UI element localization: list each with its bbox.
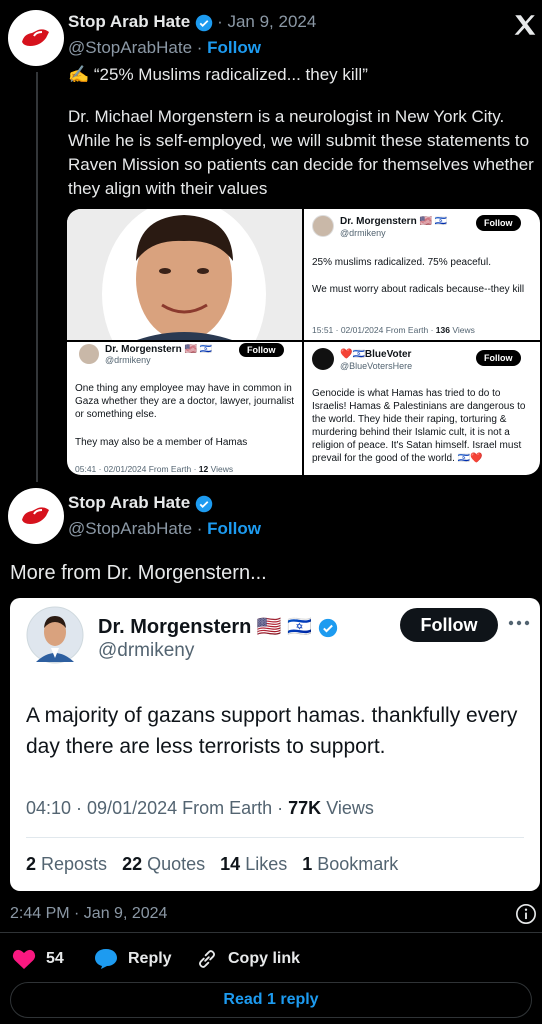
tweet-text-line1: One thing any employee may have in commo… [75,383,295,420]
views-count: 77K [288,798,322,818]
avatar [79,344,99,364]
tweet-author: Dr. Morgenstern 🇺🇸 🇮🇱 [98,614,338,639]
post-header: Stop Arab Hate [68,493,213,513]
post-subheader: @StopArabHate · Follow [68,519,261,538]
media-tweet-screenshot-3[interactable]: ❤️🇮🇱BlueVoter @BlueVotersHere Follow Gen… [304,342,540,475]
tweet-author-handle: @drmikeny [98,640,195,661]
link-icon [198,950,216,968]
tweet-text-line2: They may also be a member of Hamas [75,437,248,448]
follow-button[interactable]: Follow [207,38,261,57]
tweet-author-handle: @drmikeny [340,228,386,238]
bookmarks-count: 1 [302,854,313,874]
reposts-label: Reposts [36,854,108,874]
tweet-text: A majority of gazans support hamas. than… [26,704,518,758]
verified-icon [195,495,212,513]
likes-label: Likes [240,854,288,874]
views-label: Views [321,798,374,818]
avatar [312,215,334,237]
media-grid: Dr. Morgenstern 🇺🇸 🇮🇱 @drmikeny Follow 2… [67,209,540,475]
like-button[interactable]: 54 [12,948,64,970]
views-label: Views [449,325,475,335]
verified-icon [195,14,212,32]
tweet-timestamp: 15:51 · 02/01/2024 From Earth · [312,325,436,335]
tweet-author-name: Dr. Morgenstern 🇺🇸 🇮🇱 [105,344,213,355]
tweet-text-line2: We must worry about radicals because--th… [312,284,525,295]
reply-icon [95,949,117,969]
views-label: Views [208,464,234,474]
heart-icon [12,949,36,969]
tweet-author-name: Dr. Morgenstern 🇺🇸 🇮🇱 [340,216,448,227]
verified-icon [318,618,338,637]
tweet-author-name: ❤️🇮🇱BlueVoter [340,349,412,360]
reply-label: Reply [128,950,172,967]
post-text: More from Dr. Morgenstern... [10,562,267,584]
post-timestamp[interactable]: 2:44 PM · Jan 9, 2024 [10,905,167,923]
views-count: 12 [198,464,209,474]
follow-button: Follow [476,215,521,231]
avatar[interactable] [8,10,64,66]
tweet-timestamp: 04:10 · 09/01/2024 From Earth · [26,798,289,818]
reply-button[interactable]: Reply [94,948,172,970]
media-tweet-screenshot-2[interactable]: Dr. Morgenstern 🇺🇸 🇮🇱 @drmikeny Follow O… [67,342,302,475]
reposts-count: 2 [26,854,37,874]
author-name[interactable]: Stop Arab Hate [68,493,190,512]
bookmarks-label: Bookmark [312,854,399,874]
x-logo-icon[interactable] [512,12,538,38]
copy-link-button[interactable]: Copy link [196,948,300,970]
more-icon [508,620,530,626]
views-count: 136 [435,325,450,335]
divider [0,932,542,933]
tweet-stats: 2 Reposts 22 Quotes 14 Likes 1 Bookmark [26,854,398,875]
author-handle[interactable]: @StopArabHate [68,38,192,57]
copy-link-label: Copy link [228,950,301,967]
stop-arab-hate-logo-icon [22,507,49,524]
like-count: 54 [46,950,64,967]
author-handle[interactable]: @StopArabHate [68,519,192,538]
avatar [312,348,334,370]
tweet-author-handle: @BlueVotersHere [340,361,413,371]
info-icon[interactable] [515,903,537,925]
author-name[interactable]: Stop Arab Hate [68,12,190,31]
tweet-author-handle: @drmikeny [105,355,151,365]
quotes-count: 22 [122,854,143,874]
post-subheader: @StopArabHate · Follow [68,38,261,57]
post-text-body: Dr. Michael Morgenstern is a neurologist… [68,107,534,198]
avatar [26,606,84,664]
likes-count: 14 [220,854,241,874]
follow-button: Follow [400,608,498,642]
tweet-meta: 05:41 · 02/01/2024 From Earth · 12 Views [75,464,233,474]
read-replies-button[interactable]: Read 1 reply [10,982,532,1018]
media-portrait[interactable] [67,209,302,340]
quotes-label: Quotes [142,854,206,874]
follow-button: Follow [239,343,284,357]
tweet-meta: 15:51 · 02/01/2024 From Earth · 136 View… [312,325,475,335]
read-replies-label: Read 1 reply [223,991,319,1008]
portrait-image [67,209,302,340]
post-text-line1: ✍️ “25% Muslims radicalized... they kill… [68,65,368,84]
tweet-timestamp: 05:41 · 02/01/2024 From Earth · [75,464,199,474]
post-header: Stop Arab Hate · Jan 9, 2024 [68,12,317,32]
media-tweet-screenshot-1[interactable]: Dr. Morgenstern 🇺🇸 🇮🇱 @drmikeny Follow 2… [304,209,540,340]
follow-button: Follow [476,350,521,366]
tweet-text: Genocide is what Hamas has tried to do t… [312,388,526,464]
stop-arab-hate-logo-icon [22,29,49,46]
post-date[interactable]: Jan 9, 2024 [227,12,316,31]
tweet-author-name: Dr. Morgenstern 🇺🇸 🇮🇱 [98,616,313,638]
divider [26,837,524,838]
avatar[interactable] [8,488,64,544]
tweet-meta: 04:10 · 09/01/2024 From Earth · 77K View… [26,798,374,819]
quoted-tweet-image[interactable]: Dr. Morgenstern 🇺🇸 🇮🇱 @drmikeny Follow A… [10,598,540,891]
follow-button[interactable]: Follow [207,519,261,538]
thread-line [36,72,38,482]
tweet-text-line1: 25% muslims radicalized. 75% peaceful. [312,257,491,268]
